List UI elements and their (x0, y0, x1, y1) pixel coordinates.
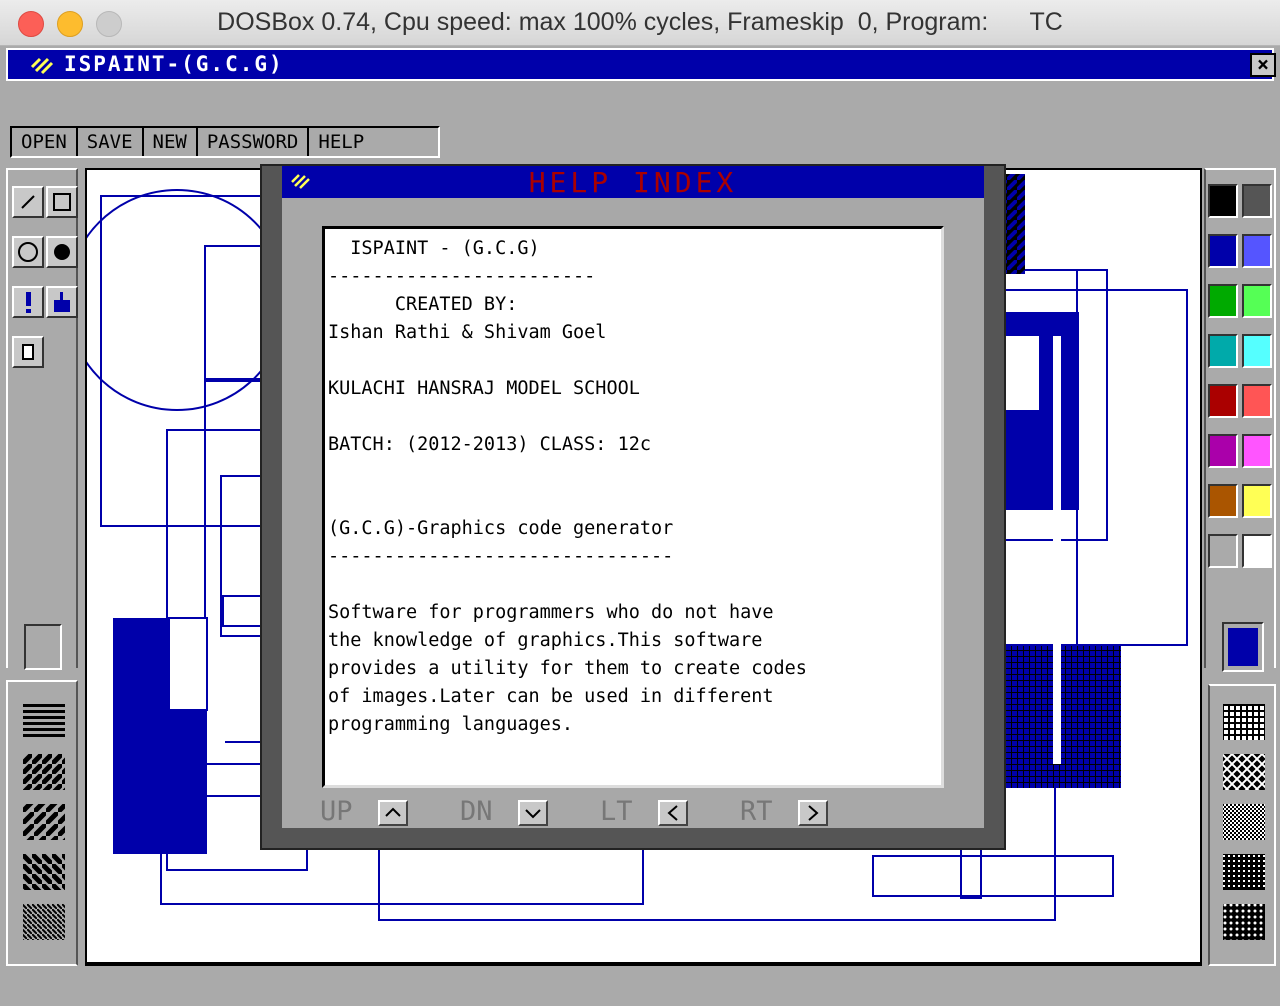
color-swatch[interactable] (1242, 184, 1272, 218)
pattern-dots[interactable] (1223, 854, 1265, 890)
current-fill-preview (24, 624, 62, 670)
pattern-back-diagonal[interactable] (23, 854, 65, 890)
window-title: DOSBox 0.74, Cpu speed: max 100% cycles,… (217, 8, 1063, 36)
help-line (328, 571, 941, 599)
circle-tool-icon[interactable] (12, 236, 44, 268)
pattern-wide-diagonal[interactable] (23, 804, 65, 840)
color-swatch[interactable] (1208, 334, 1238, 368)
window-titlebar: DOSBox 0.74, Cpu speed: max 100% cycles,… (0, 0, 1280, 46)
color-swatch[interactable] (1242, 234, 1272, 268)
help-line: ISPAINT - (G.C.G) (328, 238, 540, 259)
menu-password[interactable]: PASSWORD (198, 128, 310, 156)
down-arrow-icon[interactable] (518, 800, 548, 826)
color-swatch[interactable] (1242, 484, 1272, 518)
help-line (328, 347, 941, 375)
rectangle-tool-icon[interactable] (46, 186, 78, 218)
app-title: ISPAINT-(G.C.G) (64, 52, 284, 76)
app-logo-icon (30, 57, 54, 75)
fill-tool-icon[interactable] (46, 286, 78, 318)
help-line: Ishan Rathi & Shivam Goel (328, 322, 607, 343)
right-arrow-icon[interactable] (798, 800, 828, 826)
filled-circle-tool-icon[interactable] (46, 236, 78, 268)
color-swatch[interactable] (1242, 384, 1272, 418)
pattern-dense-dots[interactable] (1223, 904, 1265, 940)
help-title: HELP INDEX (528, 166, 738, 199)
color-swatch[interactable] (1242, 284, 1272, 318)
pattern-list-right (1223, 704, 1265, 940)
help-text-area[interactable]: ISPAINT - (G.C.G) -----------------------… (322, 226, 944, 788)
up-arrow-icon[interactable] (378, 800, 408, 826)
help-line: the knowledge of graphics.This software (328, 630, 763, 651)
color-swatch[interactable] (1208, 534, 1238, 568)
pattern-fine-diagonal[interactable] (23, 904, 65, 940)
app-titlebar: ISPAINT-(G.C.G) × (6, 48, 1276, 81)
menu-save[interactable]: SAVE (78, 128, 144, 156)
help-line: provides a utility for them to create co… (328, 658, 807, 679)
help-line (328, 487, 941, 515)
color-swatch[interactable] (1242, 334, 1272, 368)
help-line: BATCH: (2012-2013) CLASS: 12c (328, 434, 652, 455)
spray-tool-icon[interactable] (12, 286, 44, 318)
help-line: (G.C.G)-Graphics code generator (328, 518, 674, 539)
color-swatch[interactable] (1208, 484, 1238, 518)
help-line: KULACHI HANSRAJ MODEL SCHOOL (328, 378, 640, 399)
help-line: ------------------------ (328, 266, 596, 287)
nav-down-label: DN (460, 796, 493, 827)
help-line (328, 403, 941, 431)
help-line (328, 459, 941, 487)
color-swatch[interactable] (1208, 284, 1238, 318)
menu-help[interactable]: HELP (309, 128, 373, 156)
left-arrow-icon[interactable] (658, 800, 688, 826)
help-line: programming languages. (328, 714, 574, 735)
help-line: of images.Later can be used in different (328, 686, 774, 707)
current-color-preview (1222, 622, 1264, 672)
menu-bar: OPEN SAVE NEW PASSWORD HELP (10, 126, 440, 158)
nav-up-label: UP (320, 796, 353, 827)
color-swatch[interactable] (1208, 184, 1238, 218)
color-swatch[interactable] (1208, 234, 1238, 268)
color-swatch[interactable] (1242, 534, 1272, 568)
help-titlebar: HELP INDEX (282, 166, 984, 199)
color-swatch[interactable] (1208, 434, 1238, 468)
help-line: ------------------------------- (328, 546, 674, 567)
line-tool-icon[interactable] (12, 186, 44, 218)
menu-open[interactable]: OPEN (12, 128, 78, 156)
app-close-button[interactable]: × (1250, 53, 1276, 77)
color-swatch[interactable] (1242, 434, 1272, 468)
nav-right-label: RT (740, 796, 773, 827)
color-swatch[interactable] (1208, 384, 1238, 418)
menu-new[interactable]: NEW (144, 128, 198, 156)
pattern-crosshatch[interactable] (1223, 754, 1265, 790)
pattern-checker[interactable] (1223, 804, 1265, 840)
eraser-tool-icon[interactable] (12, 336, 44, 368)
help-line: Software for programmers who do not have (328, 602, 774, 623)
pattern-list-left (23, 704, 65, 940)
nav-left-label: LT (600, 796, 633, 827)
current-color-swatch (1228, 628, 1258, 666)
help-line: CREATED BY: (328, 294, 518, 315)
pattern-grid[interactable] (1223, 704, 1265, 740)
pattern-thick-diagonal[interactable] (23, 754, 65, 790)
pattern-horizontal-lines[interactable] (23, 704, 65, 740)
